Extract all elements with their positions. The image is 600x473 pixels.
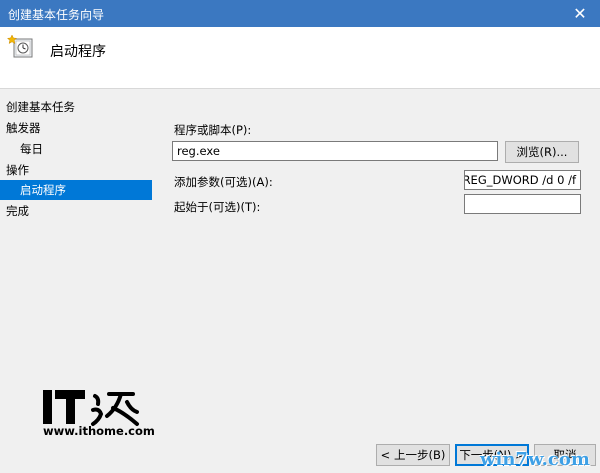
start-in-label: 起始于(可选)(T): <box>174 200 261 214</box>
start-in-input[interactable] <box>464 194 581 214</box>
step-daily: 每日 <box>20 142 43 156</box>
arguments-label: 添加参数(可选)(A): <box>174 175 273 189</box>
program-label: 程序或脚本(P): <box>174 123 252 137</box>
wizard-header: 启动程序 <box>0 27 600 89</box>
step-start-program: 启动程序 <box>0 180 152 200</box>
step-create-basic-task: 创建基本任务 <box>6 100 75 114</box>
wizard-steps: 创建基本任务 触发器 每日 操作 启动程序 完成 <box>0 96 155 356</box>
title-bar: 创建基本任务向导 ✕ <box>0 0 600 27</box>
arguments-value: /t REG_DWORD /d 0 /f <box>464 173 576 187</box>
back-button[interactable]: < 上一步(B) <box>376 444 450 466</box>
step-action: 操作 <box>6 163 29 177</box>
page-title: 启动程序 <box>50 44 106 60</box>
step-finish: 完成 <box>6 204 29 218</box>
browse-button[interactable]: 浏览(R)... <box>505 141 579 163</box>
ithome-url: www.ithome.com <box>43 424 155 438</box>
step-trigger: 触发器 <box>6 121 41 135</box>
watermark-text: win7w.com <box>480 449 590 470</box>
window-title: 创建基本任务向导 <box>8 8 105 22</box>
program-input[interactable]: reg.exe <box>172 141 498 161</box>
close-icon[interactable]: ✕ <box>560 0 600 27</box>
arguments-input[interactable]: /t REG_DWORD /d 0 /f <box>464 170 581 190</box>
task-scheduler-icon <box>6 34 33 58</box>
